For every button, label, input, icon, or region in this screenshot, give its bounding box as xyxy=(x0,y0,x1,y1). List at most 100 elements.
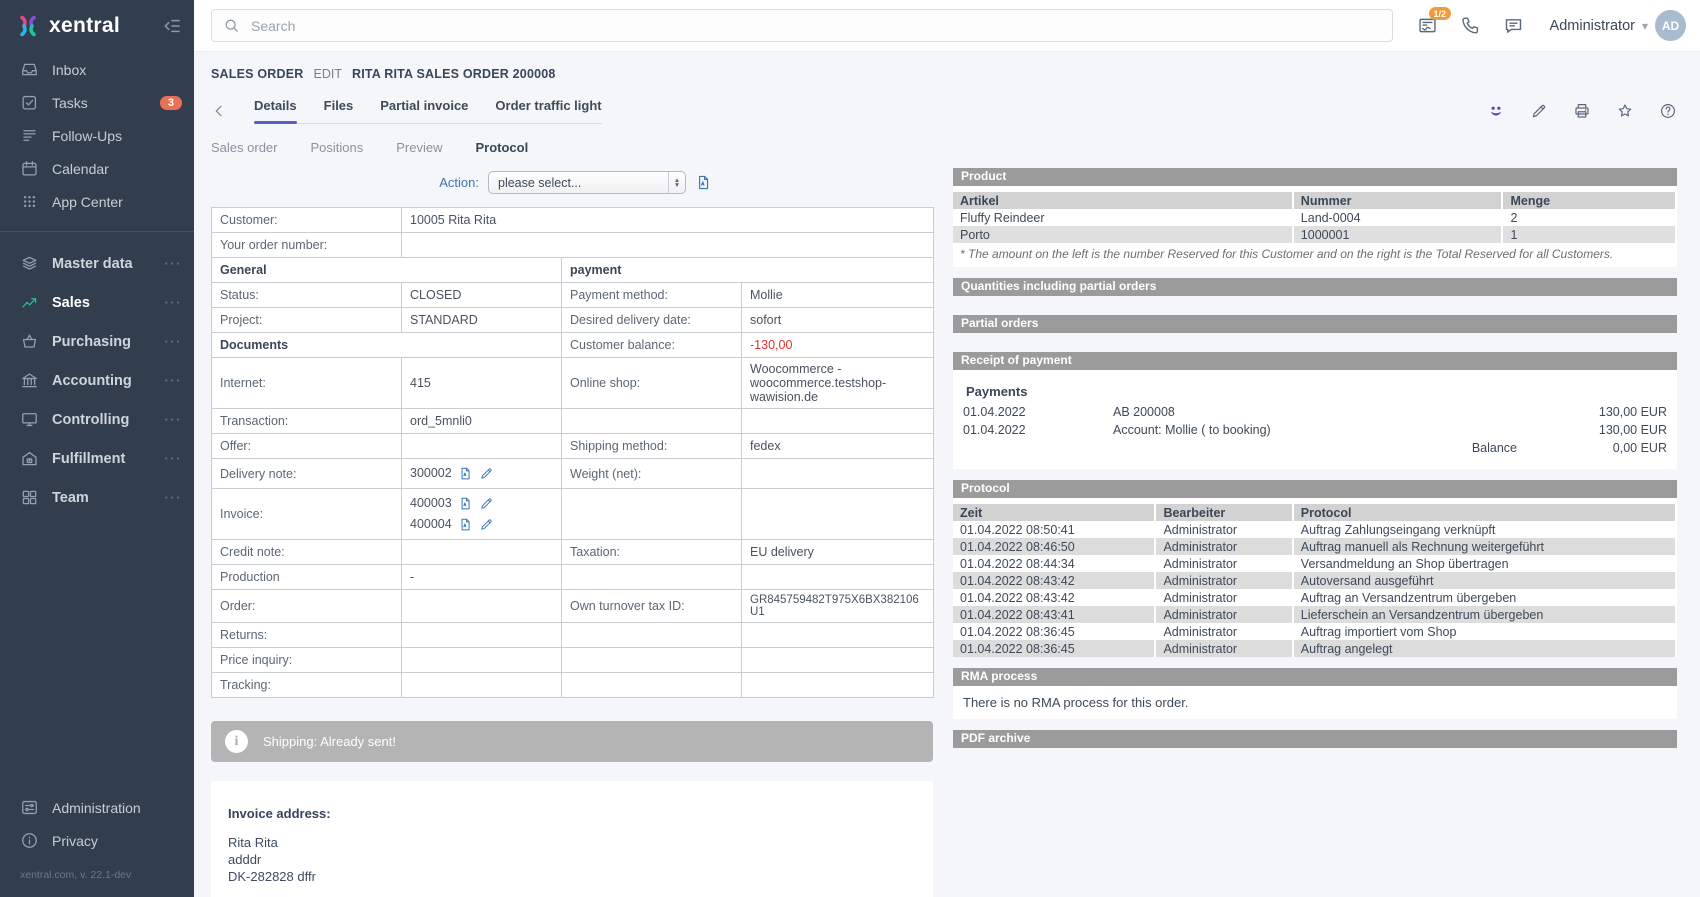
finance-news-icon[interactable]: 1/2 xyxy=(1417,15,1438,36)
protocol-cell: Lieferschein an Versandzentrum übergeben xyxy=(1293,606,1676,623)
document-link-line: 300002 xyxy=(410,463,553,484)
star-icon[interactable] xyxy=(1616,102,1634,120)
breadcrumb-mode: EDIT xyxy=(314,67,342,81)
form-row: Offer:Shipping method:fedex xyxy=(212,434,934,459)
sidebar-item-administration[interactable]: Administration xyxy=(0,791,194,824)
sidebar-item-fulfillment[interactable]: Fulfillment ··· xyxy=(0,439,194,478)
payment-amount: 130,00 EUR xyxy=(1517,421,1667,439)
sidebar-item-team[interactable]: Team··· xyxy=(0,478,194,517)
user-name: Administrator xyxy=(1550,18,1635,34)
ellipsis-icon[interactable]: ··· xyxy=(165,451,183,466)
sidebar-item-purchasing[interactable]: Purchasing ··· xyxy=(0,322,194,361)
avatar[interactable]: AD xyxy=(1655,10,1686,41)
edit-icon[interactable] xyxy=(479,466,494,481)
form-row: Production- xyxy=(212,565,934,590)
warehouse-icon xyxy=(20,449,39,468)
sidebar-item-label: Purchasing xyxy=(52,334,131,350)
sidebar-item-controlling[interactable]: Controlling··· xyxy=(0,400,194,439)
subtab-preview[interactable]: Preview xyxy=(396,140,442,155)
sidebar-item-inbox[interactable]: Inbox xyxy=(0,53,194,86)
apps-icon xyxy=(20,192,39,211)
subtab-sales-order[interactable]: Sales order xyxy=(211,140,277,155)
app-version: xentral.com, v. 22.1-dev xyxy=(0,857,194,893)
tab-order-traffic-light[interactable]: Order traffic light xyxy=(495,98,601,113)
field-label: Status: xyxy=(212,283,402,308)
ellipsis-icon[interactable]: ··· xyxy=(165,490,183,505)
pencil-icon[interactable] xyxy=(1530,102,1548,120)
field-value: GR845759482T975X6BX382106U1 xyxy=(742,590,934,623)
inbox-icon xyxy=(20,60,39,79)
info-icon xyxy=(20,831,39,850)
sidebar-item-label: Administration xyxy=(52,800,141,816)
pdf-archive-section: PDF archive xyxy=(953,730,1677,748)
edit-icon[interactable] xyxy=(479,517,494,532)
pdf-icon[interactable] xyxy=(458,466,473,481)
sidebar-item-calendar[interactable]: Calendar xyxy=(0,152,194,185)
page-content: SALES ORDER EDIT RITA RITA SALES ORDER 2… xyxy=(194,52,1700,897)
action-select[interactable]: please select... ▲▼ xyxy=(488,171,686,194)
printer-icon[interactable] xyxy=(1573,102,1591,120)
ellipsis-icon[interactable]: ··· xyxy=(165,373,183,388)
back-button[interactable] xyxy=(211,103,227,119)
table-row: 01.04.2022 08:43:41AdministratorLiefersc… xyxy=(953,606,1676,623)
sidebar-item-label: Tasks xyxy=(52,95,88,111)
search-box[interactable] xyxy=(211,9,1393,42)
phone-icon[interactable] xyxy=(1460,15,1481,36)
smiley-icon[interactable] xyxy=(1487,102,1505,120)
ellipsis-icon[interactable]: ··· xyxy=(165,295,183,310)
user-menu[interactable]: Administrator ▾ xyxy=(1550,18,1648,34)
ellipsis-icon[interactable]: ··· xyxy=(165,256,183,271)
shipping-alert: i Shipping: Already sent! xyxy=(211,721,933,762)
product-col-header: Menge xyxy=(1502,192,1676,209)
sidebar-item-label: Privacy xyxy=(52,833,98,849)
sidebar-item-app-center[interactable]: App Center xyxy=(0,185,194,218)
field-value xyxy=(742,489,934,540)
pdf-icon[interactable] xyxy=(458,496,473,511)
form-row: Your order number: xyxy=(212,233,934,258)
chat-icon[interactable] xyxy=(1503,15,1524,36)
tab-partial-invoice[interactable]: Partial invoice xyxy=(380,98,468,113)
edit-icon[interactable] xyxy=(479,496,494,511)
help-icon[interactable] xyxy=(1659,102,1677,120)
sidebar-top-nav: Inbox Tasks 3 Follow-UpsCalendarApp Center xyxy=(0,53,194,218)
pdf-icon[interactable] xyxy=(458,517,473,532)
tab-details[interactable]: Details xyxy=(254,98,297,113)
sidebar-item-follow-ups[interactable]: Follow-Ups xyxy=(0,119,194,152)
table-row: 01.04.2022 08:36:45AdministratorAuftrag … xyxy=(953,640,1676,657)
monitor-icon xyxy=(20,410,39,429)
field-label: Desired delivery date: xyxy=(562,308,742,333)
shipping-alert-text: Shipping: Already sent! xyxy=(263,734,396,749)
sub-navigation: Sales order Positions Preview Protocol xyxy=(211,140,1677,155)
sidebar-item-privacy[interactable]: Privacy xyxy=(0,824,194,857)
topbar: 1/2 Administrator ▾ AD xyxy=(194,0,1700,52)
field-value xyxy=(742,459,934,489)
search-input[interactable] xyxy=(249,17,1381,35)
product-cell: Land-0004 xyxy=(1293,209,1503,226)
subtab-positions[interactable]: Positions xyxy=(310,140,363,155)
ellipsis-icon[interactable]: ··· xyxy=(165,334,183,349)
protocol-cell: Auftrag Zahlungseingang verknüpft xyxy=(1293,521,1676,538)
quantities-section-header: Quantities including partial orders xyxy=(953,278,1677,296)
xentral-logo-icon xyxy=(15,13,41,39)
chevron-down-icon: ▾ xyxy=(1642,19,1648,33)
sidebar-item-accounting[interactable]: Accounting··· xyxy=(0,361,194,400)
protocol-cell: 01.04.2022 08:44:34 xyxy=(953,555,1155,572)
field-label: Offer: xyxy=(212,434,402,459)
action-row: Action: please select... ▲▼ xyxy=(211,171,934,194)
ellipsis-icon[interactable]: ··· xyxy=(165,412,183,427)
field-label: Payment method: xyxy=(562,283,742,308)
sliders-icon xyxy=(20,798,39,817)
payment-row: 01.04.2022Account: Mollie ( to booking)1… xyxy=(963,421,1667,439)
payment-amount: 130,00 EUR xyxy=(1517,403,1667,421)
layers-icon xyxy=(20,254,39,273)
notification-badge: 3 xyxy=(160,96,182,110)
tab-files[interactable]: Files xyxy=(324,98,354,113)
sidebar-item-label: Fulfillment xyxy=(52,451,125,467)
subtab-protocol[interactable]: Protocol xyxy=(475,140,528,155)
partial-orders-section-header: Partial orders xyxy=(953,315,1677,333)
sidebar-item-tasks[interactable]: Tasks 3 xyxy=(0,86,194,119)
sidebar-item-master-data[interactable]: Master data··· xyxy=(0,244,194,283)
pdf-export-icon[interactable] xyxy=(695,174,712,191)
sidebar-item-sales[interactable]: Sales··· xyxy=(0,283,194,322)
sidebar-collapse-icon[interactable] xyxy=(162,16,182,36)
